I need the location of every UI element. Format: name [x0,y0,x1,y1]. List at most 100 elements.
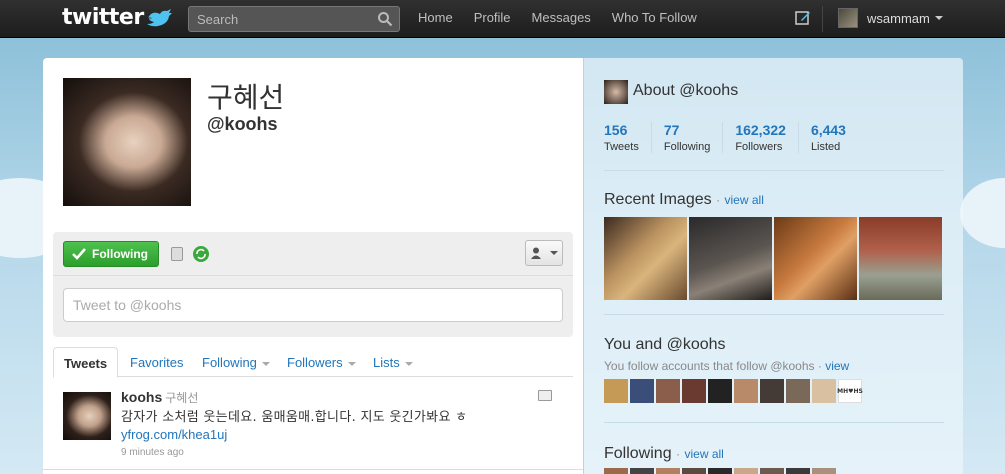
divider [604,422,944,423]
divider [43,469,583,470]
follower-avatar[interactable]: MH♥HS [837,379,863,403]
recent-image-thumb[interactable] [774,217,857,300]
person-icon [530,247,541,259]
divider [53,275,573,276]
profile-tabs: Tweets Favorites Following Followers Lis… [53,347,573,378]
stat-following[interactable]: 77 Following [650,122,722,153]
tweet-link[interactable]: yfrog.com/khea1uj [121,427,227,442]
follower-avatar[interactable] [786,379,810,403]
follower-avatar[interactable] [812,379,836,403]
profile-avatar[interactable] [63,78,191,206]
nav-who-to-follow[interactable]: Who To Follow [612,10,697,25]
tab-followers-label: Followers [287,355,343,370]
profile-name: 구혜선 [207,81,285,114]
username-label: wsammam [867,10,930,26]
stat-label: Tweets [604,141,639,153]
about-avatar [604,80,628,104]
following-avatar[interactable] [786,468,810,474]
follower-avatar[interactable] [682,379,706,403]
following-avatar[interactable] [760,468,784,474]
recent-image-thumb[interactable] [859,217,942,300]
stat-followers[interactable]: 162,322 Followers [722,122,798,153]
tab-following[interactable]: Following [202,347,270,378]
following-avatar[interactable] [656,468,680,474]
profile-handle: @koohs [207,114,278,134]
chevron-down-icon [404,361,413,366]
tab-following-label: Following [202,355,257,370]
follower-avatar[interactable] [760,379,784,403]
recent-image-thumb[interactable] [604,217,687,300]
divider [604,314,944,315]
following-avatar[interactable] [708,468,732,474]
compose-icon[interactable] [795,10,811,26]
retweets-toggle-icon[interactable] [193,246,209,262]
tab-favorites[interactable]: Favorites [130,347,183,378]
you-follow-text: You follow accounts that follow @koohs · [604,359,822,373]
tweet-to-input[interactable]: Tweet to @koohs [63,288,563,322]
view-all-following-link[interactable]: view all [685,447,724,461]
follower-avatar[interactable] [656,379,680,403]
user-actions-dropdown[interactable] [525,240,563,266]
chevron-down-icon [934,16,943,20]
chevron-down-icon [549,251,558,255]
recent-images [604,217,944,300]
stat-label: Followers [735,141,783,153]
recent-images-heading: Recent Images · view all [604,191,764,208]
profile-sidebar: About @koohs 156 Tweets 77 Following 162… [583,58,963,474]
tweet-text: 감자가 소처럼 웃는데요. 움매움매.합니다. 지도 웃긴가봐요 ㅎ [121,410,468,425]
cloud-shape [960,178,1005,248]
top-bar: twitter Home Profile Messages Who To Fol… [0,0,1005,38]
chevron-down-icon [261,361,270,366]
search-box[interactable] [188,6,400,32]
recent-image-thumb[interactable] [689,217,772,300]
twitter-logo[interactable]: twitter [62,5,172,30]
device-updates-icon[interactable] [171,247,183,261]
check-icon [72,248,86,260]
nav-profile[interactable]: Profile [474,10,511,25]
profile-main: 구혜선 @koohs Following Tweet to @koohs Twe… [43,58,583,474]
follower-avatar[interactable] [604,379,628,403]
chevron-down-icon [347,361,356,366]
you-and-title: You and @koohs [604,336,726,353]
following-button[interactable]: Following [63,241,159,267]
following-avatar[interactable] [604,468,628,474]
tab-lists-label: Lists [373,355,400,370]
search-input[interactable] [189,7,369,31]
view-link[interactable]: view [825,359,849,373]
tab-tweets[interactable]: Tweets [53,347,119,378]
you-follow-note: You follow accounts that follow @koohs ·… [604,359,849,373]
mutual-follower-avatars: MH♥HS [604,379,864,403]
profile-actions: Following Tweet to @koohs [53,232,573,337]
stat-label: Following [663,141,711,153]
user-avatar [838,8,858,28]
media-icon[interactable] [538,390,552,401]
search-icon[interactable] [377,11,393,27]
following-avatar[interactable] [682,468,706,474]
tab-followers[interactable]: Followers [287,347,356,378]
tweet-timestamp[interactable]: 9 minutes ago [121,447,184,458]
follower-avatar[interactable] [708,379,732,403]
tweet-fullname: 구혜선 [165,391,199,405]
stat-number: 162,322 [735,122,786,138]
stat-tweets[interactable]: 156 Tweets [604,122,651,153]
following-avatar[interactable] [630,468,654,474]
tab-lists[interactable]: Lists [373,347,413,378]
account-menu[interactable]: wsammam [838,8,943,28]
view-all-images-link[interactable]: view all [725,193,764,207]
tweet-author[interactable]: koohs 구혜선 [121,389,198,407]
stat-listed[interactable]: 6,443 Listed [797,122,858,153]
following-avatar[interactable] [812,468,836,474]
following-avatar[interactable] [734,468,758,474]
stat-number: 156 [604,122,628,138]
follower-avatar[interactable] [630,379,654,403]
following-button-label: Following [92,247,148,261]
tweet-avatar[interactable] [63,392,111,440]
nav-home[interactable]: Home [418,10,453,25]
nav-messages[interactable]: Messages [532,10,591,25]
logo-text: twitter [62,5,144,30]
follower-avatar[interactable] [734,379,758,403]
stat-label: Listed [810,141,841,153]
profile-stats: 156 Tweets 77 Following 162,322 Follower… [604,122,858,153]
following-avatars [604,468,838,474]
divider [604,170,944,171]
